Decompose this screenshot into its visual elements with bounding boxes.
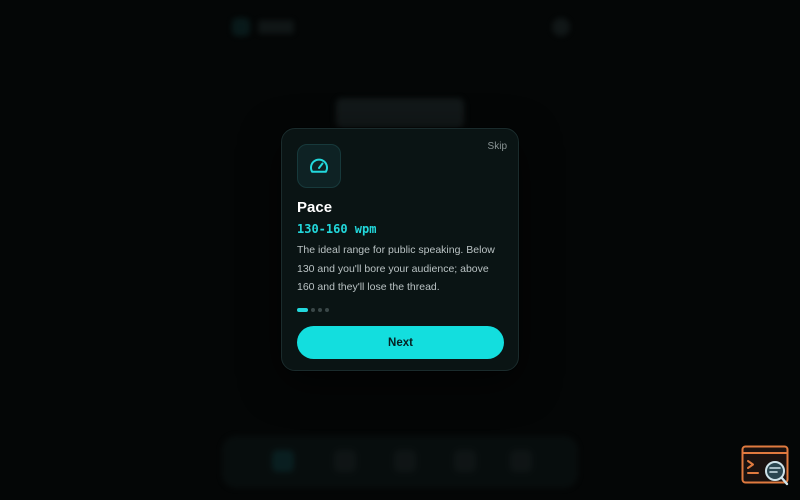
settings-icon [552,18,570,36]
hero-heading-placeholder [336,98,464,128]
next-button[interactable]: Next [297,326,504,359]
nav-item-practice [334,450,356,472]
step-dot [325,308,329,312]
pace-range-value: 130-160 wpm [297,222,377,236]
nav-item-record [394,450,416,472]
step-dot-active [297,308,308,312]
nav-item-profile [510,450,532,472]
app-name-placeholder [258,20,294,34]
app-logo [232,18,250,36]
app-screen: Skip Pace 130-160 wpm The ideal range fo… [0,0,800,500]
skip-button[interactable]: Skip [488,141,507,152]
nav-item-stats [454,450,476,472]
step-dot [318,308,322,312]
nav-item-home [272,450,294,472]
step-indicator [297,308,329,312]
step-dot [311,308,315,312]
onboarding-card: Skip Pace 130-160 wpm The ideal range fo… [281,128,519,371]
onboarding-title: Pace [297,199,333,216]
speedometer-icon [297,144,341,188]
terminal-search-icon[interactable] [741,445,791,487]
onboarding-description: The ideal range for public speaking. Bel… [297,244,495,293]
